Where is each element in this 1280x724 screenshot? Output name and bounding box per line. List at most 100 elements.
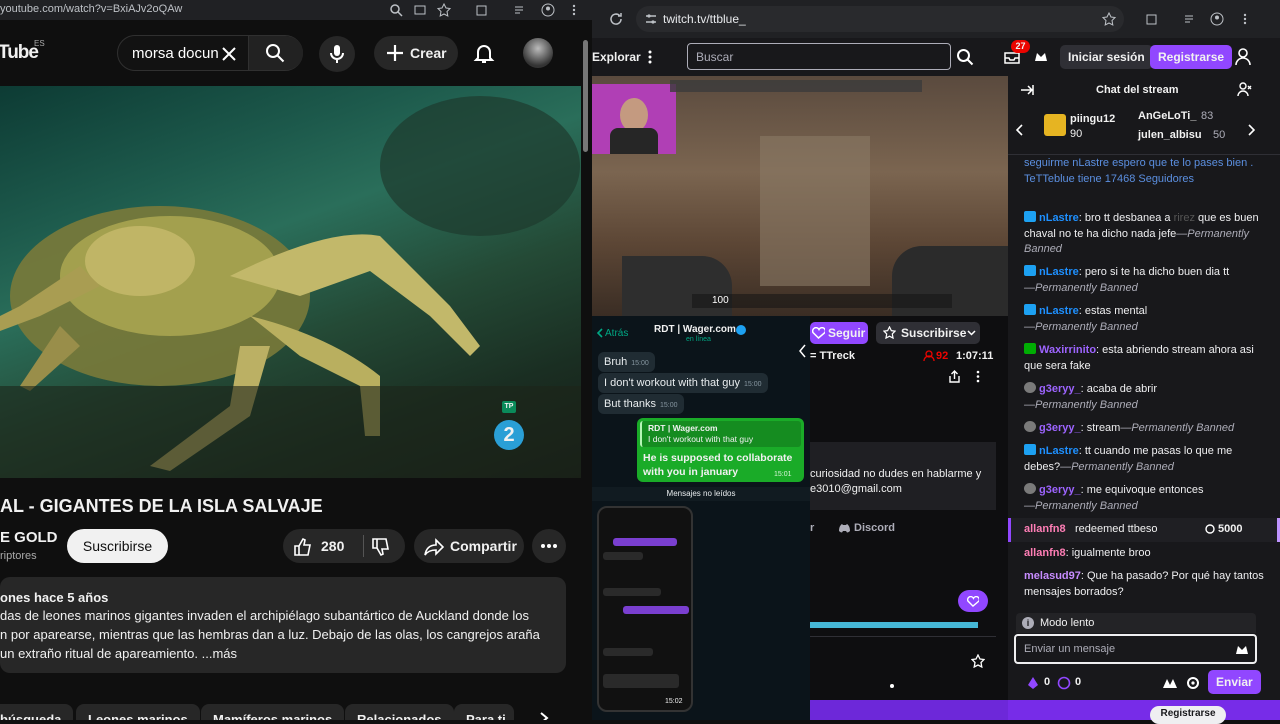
clear-search-icon[interactable] — [221, 46, 237, 62]
chip-for-you[interactable]: Para ti — [454, 704, 514, 720]
chat-username[interactable]: melasud97 — [1024, 570, 1081, 582]
menu-dots-icon[interactable] — [567, 3, 581, 17]
wa-reply-message: RDT | Wager.com I don't workout with tha… — [637, 418, 804, 482]
gifters-prev-icon[interactable] — [1016, 124, 1024, 136]
youtube-search-input[interactable]: morsa docun — [117, 35, 303, 71]
user-menu-icon[interactable] — [1235, 48, 1251, 66]
channel-name[interactable]: E GOLD — [0, 529, 58, 546]
register-button[interactable]: Registrarse — [1150, 45, 1233, 69]
search-button[interactable] — [248, 36, 303, 70]
share-label: Compartir — [450, 538, 517, 554]
chat-username[interactable]: allanfn8 — [1024, 522, 1066, 538]
chat-username[interactable]: g3eryy_ — [1039, 383, 1081, 395]
site-info-icon[interactable] — [644, 12, 658, 26]
voice-search-button[interactable] — [319, 36, 355, 72]
star-icon[interactable] — [971, 654, 985, 668]
share-button[interactable]: Compartir — [414, 529, 524, 563]
send-button[interactable]: Enviar — [1208, 670, 1261, 694]
reload-icon[interactable] — [609, 12, 623, 26]
stream-uptime: 1:07:11 — [956, 350, 994, 362]
chip-search[interactable]: búsqueda — [0, 704, 74, 720]
media-icon[interactable] — [513, 3, 527, 17]
search-query[interactable]: morsa docun — [132, 45, 219, 62]
twitch-address-bar[interactable]: twitch.tv/ttblue_ — [636, 6, 1124, 32]
zoom-icon[interactable] — [389, 3, 403, 17]
contact-name[interactable]: RDT | Wager.com — [654, 324, 736, 335]
chat-username[interactable]: g3eryy_ — [1039, 484, 1081, 496]
gifter-name[interactable]: AnGeLoTi_ — [1138, 109, 1196, 125]
chip-marine-mammals[interactable]: Mamíferos marinos — [201, 704, 345, 720]
create-button[interactable]: Crear — [374, 36, 458, 70]
chat-username[interactable]: nLastre — [1039, 212, 1079, 224]
youtube-url[interactable]: youtube.com/watch?v=BxiAJv2oQAw — [0, 3, 182, 15]
chat-input[interactable]: Enviar un mensaje — [1014, 634, 1257, 664]
panel-like-button[interactable] — [958, 590, 988, 612]
chat-username[interactable]: nLastre — [1039, 266, 1079, 278]
emote-picker-icon[interactable] — [1234, 642, 1250, 656]
gifter-name[interactable]: julen_albisu — [1138, 128, 1202, 144]
settings-gear-icon[interactable] — [1185, 675, 1201, 691]
video-player[interactable]: TP 2 — [0, 86, 581, 478]
youtube-logo[interactable]: Tube — [0, 42, 39, 64]
bits-icon[interactable] — [1026, 676, 1040, 690]
like-button[interactable]: 280 — [283, 529, 363, 563]
login-button[interactable]: Iniciar sesión — [1060, 45, 1153, 69]
user-avatar[interactable] — [523, 38, 553, 68]
more-actions-button[interactable] — [532, 529, 566, 563]
more-vertical-icon[interactable] — [974, 370, 982, 383]
twitch-video-player[interactable]: 100 — [592, 76, 1008, 316]
video-description[interactable]: ones hace 5 años das de leones marinos g… — [0, 577, 566, 673]
subscribe-button[interactable]: Suscribirse — [67, 529, 168, 563]
chat-text: pero si te ha dicho buen dia tt — [1084, 266, 1230, 278]
profile-icon[interactable] — [541, 3, 555, 17]
twitch-url[interactable]: twitch.tv/ttblue_ — [663, 12, 746, 26]
bookmark-star-icon[interactable] — [437, 3, 451, 17]
wa-message-text: I don't workout with that guy — [604, 377, 741, 389]
gifter-name[interactable]: piingu12 — [1070, 112, 1115, 128]
youtube-address-bar[interactable]: youtube.com/watch?v=BxiAJv2oQAw — [0, 0, 592, 20]
extensions-icon[interactable] — [475, 3, 489, 17]
back-link[interactable]: Atrás — [605, 328, 628, 339]
collapse-chat-icon[interactable] — [1020, 84, 1034, 96]
thumbs-down-icon[interactable] — [371, 537, 391, 557]
explore-link[interactable]: Explorar — [592, 50, 641, 64]
footer-register-button[interactable]: Registrarse — [1150, 706, 1226, 724]
chat-users-icon[interactable] — [1237, 82, 1253, 97]
search-icon[interactable] — [956, 48, 974, 66]
page-scrollbar[interactable] — [583, 40, 588, 152]
extensions-icon[interactable] — [1145, 12, 1159, 26]
media-icon[interactable] — [1183, 12, 1197, 26]
prime-crown-icon[interactable] — [1033, 49, 1049, 65]
channel-points-icon[interactable] — [1057, 676, 1071, 690]
discord-link[interactable]: Discord — [854, 522, 895, 534]
contact-status: en línea — [686, 336, 711, 343]
prime-crown-icon[interactable] — [1162, 676, 1178, 690]
gifters-next-icon[interactable] — [1247, 124, 1255, 136]
bookmark-star-icon[interactable] — [1102, 12, 1116, 26]
menu-dots-icon[interactable] — [1238, 12, 1252, 26]
chip-sea-lions[interactable]: Leones marinos — [76, 704, 200, 720]
back-arrow-icon[interactable] — [596, 328, 603, 338]
social-link-partial[interactable]: r — [810, 522, 814, 534]
follow-button[interactable]: Seguir — [810, 322, 868, 344]
twitch-search-input[interactable]: Buscar — [687, 43, 951, 70]
chat-username[interactable]: g3eryy_ — [1039, 422, 1081, 434]
subscribe-dropdown[interactable]: Suscribirse — [876, 322, 980, 344]
chip-related[interactable]: Relacionados — [345, 704, 454, 720]
cast-icon[interactable] — [413, 3, 427, 17]
signup-footer: Registrarse — [1008, 700, 1280, 724]
collapse-arrow-icon[interactable] — [799, 344, 807, 358]
profile-icon[interactable] — [1210, 12, 1224, 26]
more-vertical-icon[interactable] — [645, 49, 655, 65]
about-line-1: curiosidad no dudes en hablarme y — [810, 468, 982, 480]
chat-username[interactable]: nLastre — [1039, 305, 1079, 317]
chat-username[interactable]: Waxirrinito — [1039, 344, 1096, 356]
share-icon[interactable] — [948, 370, 961, 383]
phone-bubble — [613, 538, 677, 546]
chat-message: nLastre: tt cuando me pasas lo que me de… — [1024, 444, 1233, 473]
chat-username[interactable]: allanfn8 — [1024, 547, 1066, 559]
chat-username[interactable]: nLastre — [1039, 445, 1079, 457]
chips-next-arrow-icon[interactable] — [538, 712, 550, 720]
chat-text: bro tt desbanea a — [1084, 212, 1171, 224]
notifications-bell-icon[interactable] — [473, 42, 495, 64]
